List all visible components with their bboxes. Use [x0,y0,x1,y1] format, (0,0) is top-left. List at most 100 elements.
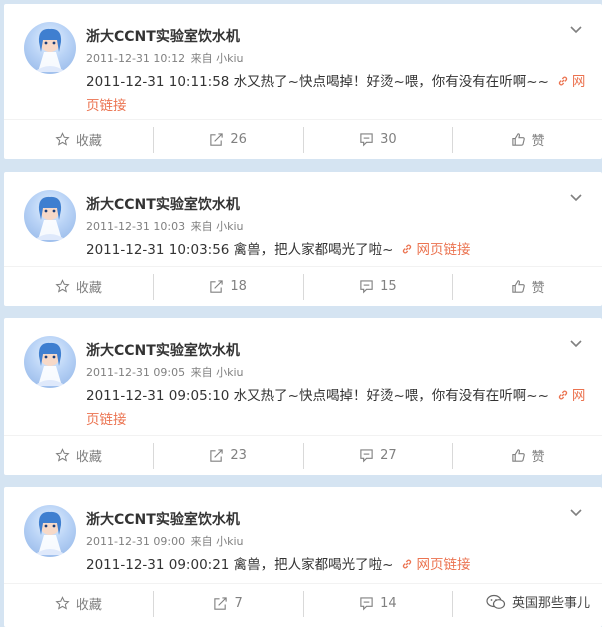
repost-button[interactable]: 7 [154,590,304,617]
post-text: 2011-12-31 09:05:10 水又热了~快点喝掉！好烫~喂，你有没有在… [86,384,586,432]
link-icon [558,390,568,400]
comment-button[interactable]: 27 [304,442,454,469]
repost-count: 7 [234,596,243,611]
comment-button[interactable]: 15 [304,273,454,300]
avatar-image [34,28,66,72]
comment-icon [360,280,373,294]
post-time[interactable]: 2011-12-31 10:12 [86,52,185,65]
post-meta: 2011-12-31 10:12 来自 小kiu [86,50,244,66]
like-button[interactable]: 赞 [453,443,602,469]
like-button[interactable]: 赞 [453,127,602,153]
post-body: 2011-12-31 09:05:10 水又热了~快点喝掉！好烫~喂，你有没有在… [86,388,549,404]
repost-button[interactable]: 23 [154,442,304,469]
post-source[interactable]: 小kiu [216,366,243,379]
action-bar: 收藏 18 15 赞 [4,266,602,306]
action-bar: 收藏 26 30 赞 [4,119,602,159]
post-card: 浙大CCNT实验室饮水机 2011-12-31 09:05 来自 小kiu 20… [4,318,602,475]
comment-count: 14 [380,596,397,611]
comment-count: 15 [380,279,397,294]
post-card: 浙大CCNT实验室饮水机 2011-12-31 10:12 来自 小kiu 20… [4,4,602,159]
repost-count: 23 [230,448,247,463]
watermark: 英国那些事儿 [483,592,592,611]
chevron-down-icon[interactable] [568,190,584,206]
post-body: 2011-12-31 09:00:21 禽兽，把人家都喝光了啦~ [86,557,394,573]
source-prefix: 来自 [190,52,213,65]
repost-count: 26 [230,132,247,147]
avatar-image [34,511,66,555]
like-button[interactable]: 赞 [453,274,602,300]
like-label: 赞 [531,281,545,296]
link-icon [403,244,412,254]
star-icon [55,596,70,610]
post-meta: 2011-12-31 10:03 来自 小kiu [86,218,244,234]
like-label: 赞 [531,134,545,149]
avatar[interactable] [24,505,76,557]
favorite-label: 收藏 [75,281,102,296]
comment-icon [360,133,373,147]
star-icon [55,132,70,146]
repost-icon [210,133,224,146]
comment-button[interactable]: 14 [304,590,454,617]
wechat-icon [486,594,506,609]
repost-button[interactable]: 18 [154,273,304,300]
repost-button[interactable]: 26 [154,126,304,153]
chevron-down-icon[interactable] [568,336,584,352]
repost-icon [210,280,224,293]
favorite-button[interactable]: 收藏 [4,590,154,617]
post-source[interactable]: 小kiu [216,535,243,548]
action-bar: 收藏 23 27 赞 [4,435,602,475]
link-icon [558,76,568,86]
author-name[interactable]: 浙大CCNT实验室饮水机 [86,509,240,529]
chevron-down-icon[interactable] [568,505,584,521]
post-source[interactable]: 小kiu [216,220,243,233]
repost-count: 18 [230,279,247,294]
web-link[interactable]: 网页链接 [416,242,470,258]
avatar[interactable] [24,336,76,388]
post-text: 2011-12-31 10:11:58 水又热了~快点喝掉！好烫~喂，你有没有在… [86,70,586,118]
post-time[interactable]: 2011-12-31 09:05 [86,366,185,379]
post-time[interactable]: 2011-12-31 10:03 [86,220,185,233]
source-prefix: 来自 [190,535,213,548]
post-body: 2011-12-31 10:03:56 禽兽，把人家都喝光了啦~ [86,242,394,258]
favorite-button[interactable]: 收藏 [4,442,154,469]
avatar[interactable] [24,22,76,74]
chevron-down-icon[interactable] [568,22,584,38]
star-icon [55,448,70,462]
author-name[interactable]: 浙大CCNT实验室饮水机 [86,340,240,360]
post-card: 浙大CCNT实验室饮水机 2011-12-31 10:03 来自 小kiu 20… [4,172,602,306]
source-prefix: 来自 [190,220,213,233]
author-name[interactable]: 浙大CCNT实验室饮水机 [86,194,240,214]
like-icon [511,133,525,146]
post-text: 2011-12-31 09:00:21 禽兽，把人家都喝光了啦~ 网页链接 [86,553,586,577]
post-source[interactable]: 小kiu [216,52,243,65]
repost-icon [210,449,224,462]
repost-icon [214,597,228,610]
post-card: 浙大CCNT实验室饮水机 2011-12-31 09:00 来自 小kiu 20… [4,487,602,627]
post-time[interactable]: 2011-12-31 09:00 [86,535,185,548]
star-icon [55,279,70,293]
post-meta: 2011-12-31 09:00 来自 小kiu [86,533,244,549]
watermark-text: 英国那些事儿 [511,596,590,611]
avatar[interactable] [24,190,76,242]
favorite-button[interactable]: 收藏 [4,126,154,153]
like-label: 赞 [531,450,545,465]
post-text: 2011-12-31 10:03:56 禽兽，把人家都喝光了啦~ 网页链接 [86,238,586,262]
comment-button[interactable]: 30 [304,126,454,153]
like-icon [511,280,525,293]
like-icon [511,449,525,462]
web-link[interactable]: 网页链接 [416,557,470,573]
favorite-label: 收藏 [75,450,102,465]
favorite-label: 收藏 [75,598,102,613]
comment-count: 27 [380,448,397,463]
comment-icon [360,597,373,611]
author-name[interactable]: 浙大CCNT实验室饮水机 [86,26,240,46]
favorite-button[interactable]: 收藏 [4,273,154,300]
comment-icon [360,449,373,463]
source-prefix: 来自 [190,366,213,379]
avatar-image [34,342,66,386]
post-body: 2011-12-31 10:11:58 水又热了~快点喝掉！好烫~喂，你有没有在… [86,74,549,90]
comment-count: 30 [380,132,397,147]
post-meta: 2011-12-31 09:05 来自 小kiu [86,364,244,380]
link-icon [403,559,412,569]
avatar-image [34,196,66,240]
